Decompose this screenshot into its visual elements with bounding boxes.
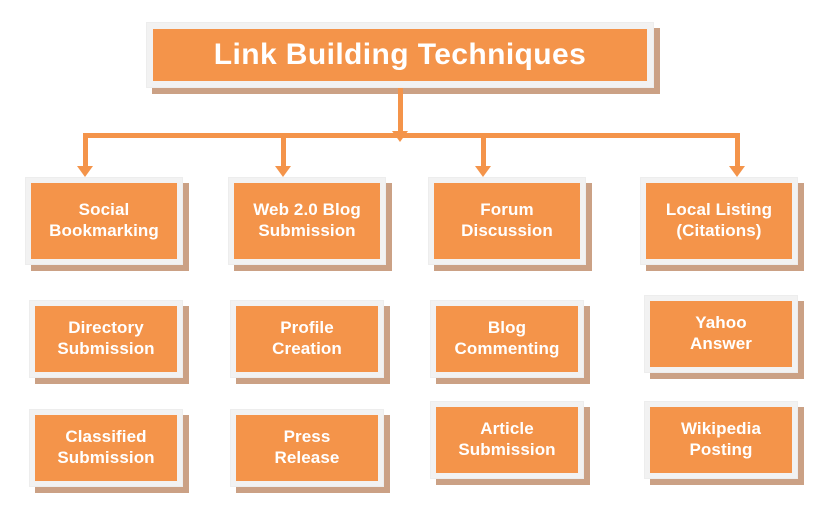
node-fill: Classified Submission (35, 415, 177, 481)
node-classified-submission[interactable]: Classified Submission (29, 409, 183, 487)
node-label: Web 2.0 Blog Submission (253, 200, 361, 240)
arrowhead-branch-1-icon (77, 166, 93, 177)
node-label: Social Bookmarking (49, 200, 159, 240)
connector-branch-2 (281, 133, 286, 169)
node-fill: Blog Commenting (436, 306, 578, 372)
connector-branch-3 (481, 133, 486, 169)
node-fill: Web 2.0 Blog Submission (234, 183, 380, 259)
node-blog-commenting[interactable]: Blog Commenting (430, 300, 584, 378)
node-label: Classified Submission (57, 427, 155, 467)
node-fill: Social Bookmarking (31, 183, 177, 259)
node-link-building-techniques[interactable]: Link Building Techniques (146, 22, 654, 88)
connector-trunk-vertical (398, 88, 403, 133)
node-fill: Press Release (236, 415, 378, 481)
connector-branch-1 (83, 133, 88, 169)
connector-branch-4 (735, 133, 740, 169)
node-label: Local Listing (Citations) (665, 200, 773, 240)
node-profile-creation[interactable]: Profile Creation (230, 300, 384, 378)
node-label: Directory Submission (57, 318, 155, 358)
node-label: Blog Commenting (454, 318, 560, 358)
node-label: Wikipedia Posting (680, 419, 762, 459)
node-fill: Wikipedia Posting (650, 407, 792, 473)
arrowhead-branch-3-icon (475, 166, 491, 177)
node-fill: Link Building Techniques (153, 29, 647, 81)
arrowhead-branch-2-icon (275, 166, 291, 177)
node-social-bookmarking[interactable]: Social Bookmarking (25, 177, 183, 265)
diagram-canvas: Link Building Techniques Social Bookmark… (0, 0, 829, 520)
node-fill: Directory Submission (35, 306, 177, 372)
node-fill: Forum Discussion (434, 183, 580, 259)
arrowhead-branch-4-icon (729, 166, 745, 177)
node-local-listing-citations[interactable]: Local Listing (Citations) (640, 177, 798, 265)
node-fill: Article Submission (436, 407, 578, 473)
node-directory-submission[interactable]: Directory Submission (29, 300, 183, 378)
node-fill: Local Listing (Citations) (646, 183, 792, 259)
node-article-submission[interactable]: Article Submission (430, 401, 584, 479)
node-forum-discussion[interactable]: Forum Discussion (428, 177, 586, 265)
node-label: Article Submission (458, 419, 556, 459)
connector-horizontal-bus (83, 133, 740, 138)
node-fill: Yahoo Answer (650, 301, 792, 367)
node-fill: Profile Creation (236, 306, 378, 372)
node-label: Profile Creation (272, 318, 342, 358)
node-wikipedia-posting[interactable]: Wikipedia Posting (644, 401, 798, 479)
page-title: Link Building Techniques (213, 37, 587, 71)
node-label: Forum Discussion (461, 200, 553, 240)
node-press-release[interactable]: Press Release (230, 409, 384, 487)
node-label: Yahoo Answer (689, 313, 752, 353)
node-label: Press Release (274, 427, 340, 467)
node-yahoo-answer[interactable]: Yahoo Answer (644, 295, 798, 373)
node-web-2-0-blog-submission[interactable]: Web 2.0 Blog Submission (228, 177, 386, 265)
